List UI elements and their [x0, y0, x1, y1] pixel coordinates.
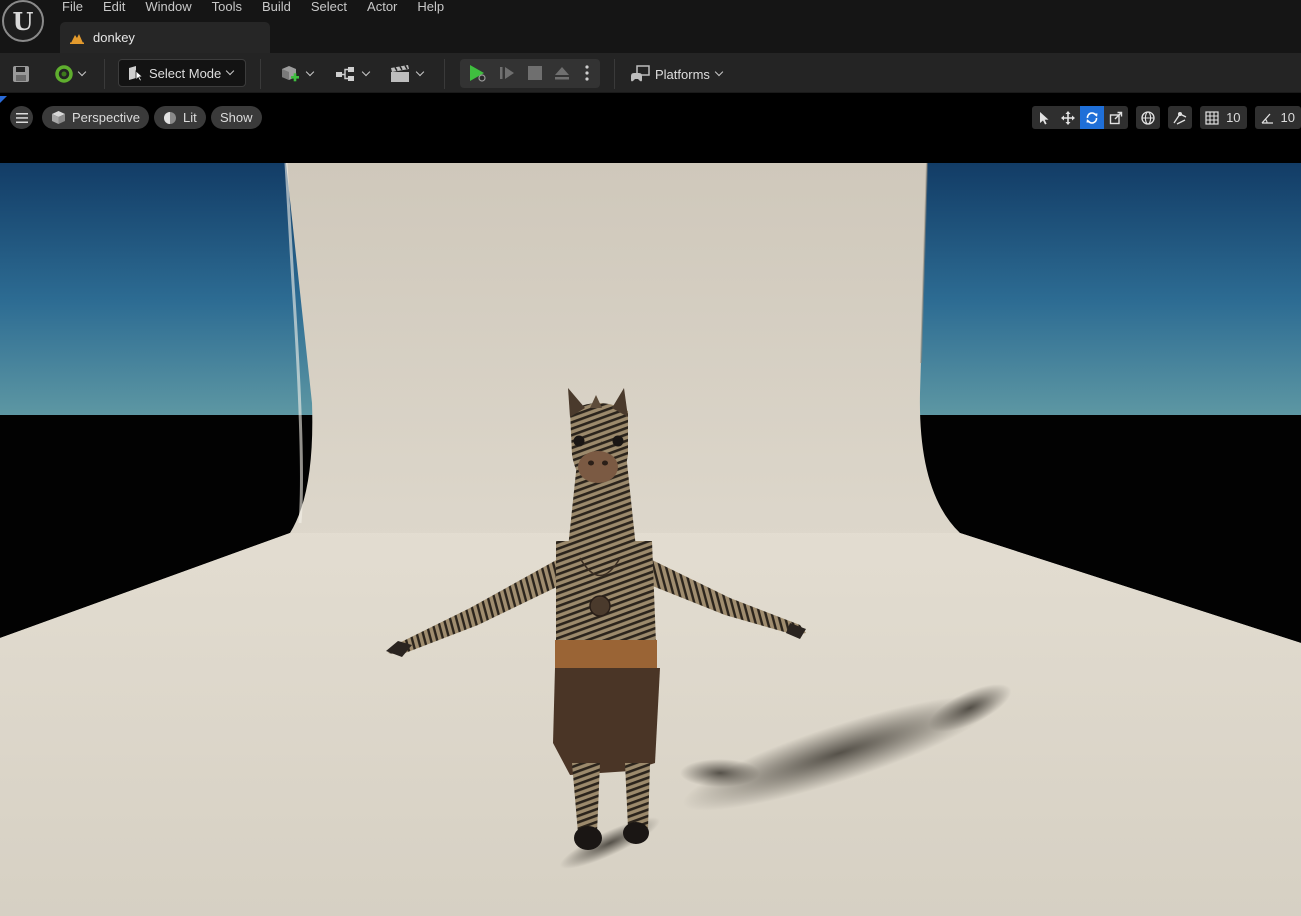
- chevron-down-icon: [305, 67, 315, 77]
- grid-snap-button[interactable]: [1200, 106, 1225, 129]
- add-actor-icon: [282, 66, 299, 82]
- chevron-down-icon: [415, 67, 425, 77]
- save-icon: [13, 66, 29, 82]
- chevron-down-icon: [226, 66, 235, 76]
- platforms-dropdown[interactable]: Platforms: [630, 60, 724, 88]
- chevron-down-icon: [714, 67, 724, 77]
- play-controls: [460, 59, 600, 88]
- rotate-tool-button[interactable]: [1080, 106, 1105, 129]
- save-button[interactable]: [8, 60, 34, 88]
- platforms-label: Platforms: [655, 66, 710, 82]
- grid-snap-value[interactable]: 10: [1224, 106, 1247, 129]
- perspective-dropdown[interactable]: Perspective: [42, 106, 149, 129]
- menu-edit[interactable]: Edit: [93, 0, 135, 16]
- surface-snap-group: [1168, 106, 1193, 129]
- scale-icon: [1109, 111, 1123, 124]
- select-mode-icon: [129, 66, 143, 81]
- grid-snap-group: 10: [1200, 106, 1247, 129]
- level-tab[interactable]: donkey: [60, 22, 270, 53]
- source-control-button[interactable]: [50, 60, 90, 88]
- globe-icon: [1141, 110, 1155, 125]
- more-icon: [585, 65, 589, 81]
- scale-tool-button[interactable]: [1104, 106, 1129, 129]
- transform-tools: 10 10: [1024, 106, 1301, 129]
- source-control-icon: [55, 65, 73, 83]
- cinematics-icon: [391, 65, 409, 82]
- select-mode-label: Select Mode: [149, 65, 222, 81]
- viewport-active-marker: [0, 96, 7, 103]
- menu-file[interactable]: File: [52, 0, 93, 16]
- menu-tools[interactable]: Tools: [202, 0, 252, 16]
- cursor-arrow-icon: [1040, 111, 1049, 124]
- world-space-button[interactable]: [1136, 106, 1161, 129]
- stop-icon: [528, 66, 542, 80]
- stop-button[interactable]: [523, 62, 547, 84]
- step-icon: [500, 67, 514, 79]
- menu-actor[interactable]: Actor: [357, 0, 407, 16]
- select-tool-button[interactable]: [1032, 106, 1057, 129]
- perspective-label: Perspective: [72, 110, 140, 125]
- add-actor-button[interactable]: [276, 60, 316, 88]
- menu-build[interactable]: Build: [252, 0, 301, 16]
- surface-snap-icon: [1173, 111, 1187, 125]
- title-bar: U File Edit Window Tools Build Select Ac…: [0, 0, 1301, 53]
- cube-icon: [52, 111, 65, 124]
- rotation-snap-group: 10: [1254, 106, 1301, 129]
- play-icon: [470, 65, 486, 82]
- angle-icon: [1261, 113, 1273, 124]
- rotation-snap-value[interactable]: 10: [1278, 106, 1301, 129]
- menu-help[interactable]: Help: [407, 0, 454, 16]
- menu-window[interactable]: Window: [135, 0, 201, 16]
- unreal-logo-icon[interactable]: U: [2, 0, 44, 42]
- lit-sphere-icon: [164, 111, 176, 124]
- menu-select[interactable]: Select: [301, 0, 357, 16]
- view-mode-dropdown[interactable]: Lit: [154, 106, 206, 129]
- toolbar-divider: [444, 59, 445, 89]
- show-dropdown[interactable]: Show: [211, 106, 262, 129]
- cinematics-button[interactable]: [386, 60, 426, 88]
- translate-tool-button[interactable]: [1056, 106, 1081, 129]
- blueprints-button[interactable]: [332, 60, 372, 88]
- advance-frame-button[interactable]: [495, 62, 519, 84]
- main-toolbar: Select Mode Platforms: [0, 53, 1301, 93]
- hamburger-menu-icon: [15, 112, 28, 123]
- move-arrows-icon: [1061, 110, 1076, 125]
- unreal-editor-window: U File Edit Window Tools Build Select Ac…: [0, 0, 1301, 916]
- grid-icon: [1205, 110, 1219, 125]
- select-mode-dropdown[interactable]: Select Mode: [118, 59, 246, 87]
- show-label: Show: [220, 110, 253, 125]
- lit-label: Lit: [183, 110, 197, 125]
- main-menu: File Edit Window Tools Build Select Acto…: [52, 0, 454, 16]
- level-tab-label: donkey: [93, 30, 135, 45]
- coordinate-space-group: [1136, 106, 1161, 129]
- play-options-button[interactable]: [578, 62, 596, 84]
- blueprint-icon: [336, 67, 354, 81]
- chevron-down-icon: [361, 67, 371, 77]
- toolbar-divider: [104, 59, 105, 89]
- play-button[interactable]: [465, 62, 489, 84]
- level-viewport-scene[interactable]: [0, 163, 1301, 916]
- rotation-snap-button[interactable]: [1254, 106, 1279, 129]
- rotate-icon: [1086, 111, 1098, 124]
- eject-icon: [555, 67, 569, 80]
- eject-button[interactable]: [550, 62, 574, 84]
- transform-mode-group: [1032, 106, 1129, 129]
- toolbar-divider: [260, 59, 261, 89]
- chevron-down-icon: [77, 67, 87, 77]
- toolbar-divider: [614, 59, 615, 89]
- surface-snapping-button[interactable]: [1168, 106, 1193, 129]
- viewport-options-button[interactable]: [10, 106, 33, 129]
- level-icon: [70, 33, 84, 44]
- platforms-icon: [631, 65, 650, 82]
